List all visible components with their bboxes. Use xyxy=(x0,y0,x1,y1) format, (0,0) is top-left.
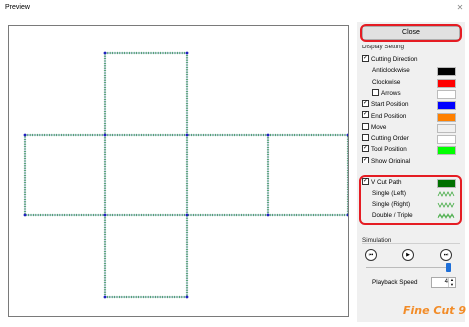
playback-slider-track[interactable] xyxy=(366,267,450,268)
setting-checkbox-6[interactable] xyxy=(362,122,369,130)
outer-path xyxy=(23,51,348,299)
spinner-arrows-icon[interactable]: ▲ ▼ xyxy=(448,277,455,287)
single-left-pattern-icon xyxy=(437,191,455,197)
setting-row-7[interactable]: Cutting Order xyxy=(362,133,409,144)
single-right-label: Single (Right) xyxy=(372,201,411,208)
double-triple-pattern-icon xyxy=(437,213,455,219)
setting-color-swatch-5[interactable] xyxy=(437,112,456,122)
setting-color-swatch-1[interactable] xyxy=(437,67,456,77)
outer-path-line xyxy=(24,52,348,298)
setting-label-3: Arrows xyxy=(381,89,401,97)
corner-marker-10 xyxy=(23,133,27,137)
fine-cut-logo: Fine Cut 9 xyxy=(403,304,467,317)
playback-speed-label: Playback Speed xyxy=(372,279,418,286)
simulation-divider xyxy=(362,243,460,244)
setting-color-swatch-2[interactable] xyxy=(437,78,456,88)
cross-shape-path xyxy=(23,51,348,299)
corner-marker-13 xyxy=(266,213,270,217)
setting-row-2[interactable]: Clockwise xyxy=(372,78,400,88)
window-title: Preview xyxy=(5,4,30,11)
setting-label-5: End Position xyxy=(371,112,407,120)
corner-marker-9 xyxy=(23,213,27,217)
setting-checkbox-9[interactable]: ✓ xyxy=(362,156,369,163)
setting-label-4: Start Position xyxy=(371,101,409,109)
step-forward-icon[interactable]: ⏭ xyxy=(440,249,452,261)
playback-slider-thumb[interactable] xyxy=(446,263,451,272)
setting-label-0: Cutting Direction xyxy=(371,56,418,63)
corner-marker-0 xyxy=(103,51,107,55)
setting-row-6[interactable]: Move xyxy=(362,122,387,133)
setting-color-swatch-3[interactable] xyxy=(437,89,456,99)
setting-label-1: Anticlockwise xyxy=(372,67,410,75)
setting-row-0[interactable]: ✓ Cutting Direction xyxy=(362,54,418,65)
play-icon[interactable]: ▶ xyxy=(402,249,414,261)
corner-marker-7 xyxy=(103,295,107,299)
setting-label-8: Tool Position xyxy=(371,146,407,154)
setting-checkbox-4[interactable]: ✓ xyxy=(362,100,369,108)
setting-row-8[interactable]: ✓ Tool Position xyxy=(362,145,407,155)
vcut-row[interactable]: ✓ V Cut Path xyxy=(362,177,402,188)
close-button[interactable]: Close xyxy=(362,26,460,40)
setting-checkbox-3[interactable] xyxy=(372,88,379,96)
setting-checkbox-5[interactable]: ✓ xyxy=(362,111,369,119)
single-right-pattern-icon xyxy=(437,202,455,208)
vcut-label: V Cut Path xyxy=(371,179,402,186)
setting-color-swatch-4[interactable] xyxy=(437,101,456,111)
double-triple-label: Double / Triple xyxy=(372,212,413,219)
vcut-checkbox[interactable]: ✓ xyxy=(362,177,369,185)
preview-canvas[interactable] xyxy=(8,25,349,317)
close-icon[interactable]: ✕ xyxy=(455,3,465,13)
step-back-icon[interactable]: ⏮ xyxy=(365,249,377,261)
setting-label-2: Clockwise xyxy=(372,78,401,86)
setting-checkbox-7[interactable] xyxy=(362,133,369,141)
setting-checkbox-0[interactable]: ✓ xyxy=(362,54,369,62)
title-bar: Preview ✕ xyxy=(0,0,469,18)
setting-checkbox-8[interactable]: ✓ xyxy=(362,145,369,153)
setting-label-9: Show Original xyxy=(371,157,411,163)
setting-row-4[interactable]: ✓ Start Position xyxy=(362,100,408,110)
corner-marker-2 xyxy=(185,133,189,137)
setting-row-1[interactable]: Anticlockwise xyxy=(372,66,410,76)
setting-label-6: Move xyxy=(371,123,387,131)
corner-marker-5 xyxy=(185,213,189,217)
corner-marker-3 xyxy=(346,133,348,137)
setting-color-swatch-8[interactable] xyxy=(437,146,456,156)
setting-label-7: Cutting Order xyxy=(371,135,409,143)
playback-speed-spinner[interactable]: 4 ▲ ▼ xyxy=(431,277,456,288)
setting-row-5[interactable]: ✓ End Position xyxy=(362,111,407,122)
corner-marker-11 xyxy=(103,133,107,137)
setting-color-swatch-7[interactable] xyxy=(437,135,456,145)
corner-marker-6 xyxy=(185,295,189,299)
corner-marker-8 xyxy=(103,213,107,217)
setting-row-9[interactable]: ✓ Show Original xyxy=(362,156,411,163)
corner-marker-1 xyxy=(185,51,189,55)
vcut-color-swatch[interactable] xyxy=(437,179,456,188)
corner-marker-12 xyxy=(266,133,270,137)
setting-color-swatch-6[interactable] xyxy=(437,123,456,133)
single-left-label: Single (Left) xyxy=(372,190,406,197)
setting-row-3[interactable]: Arrows xyxy=(372,88,401,99)
